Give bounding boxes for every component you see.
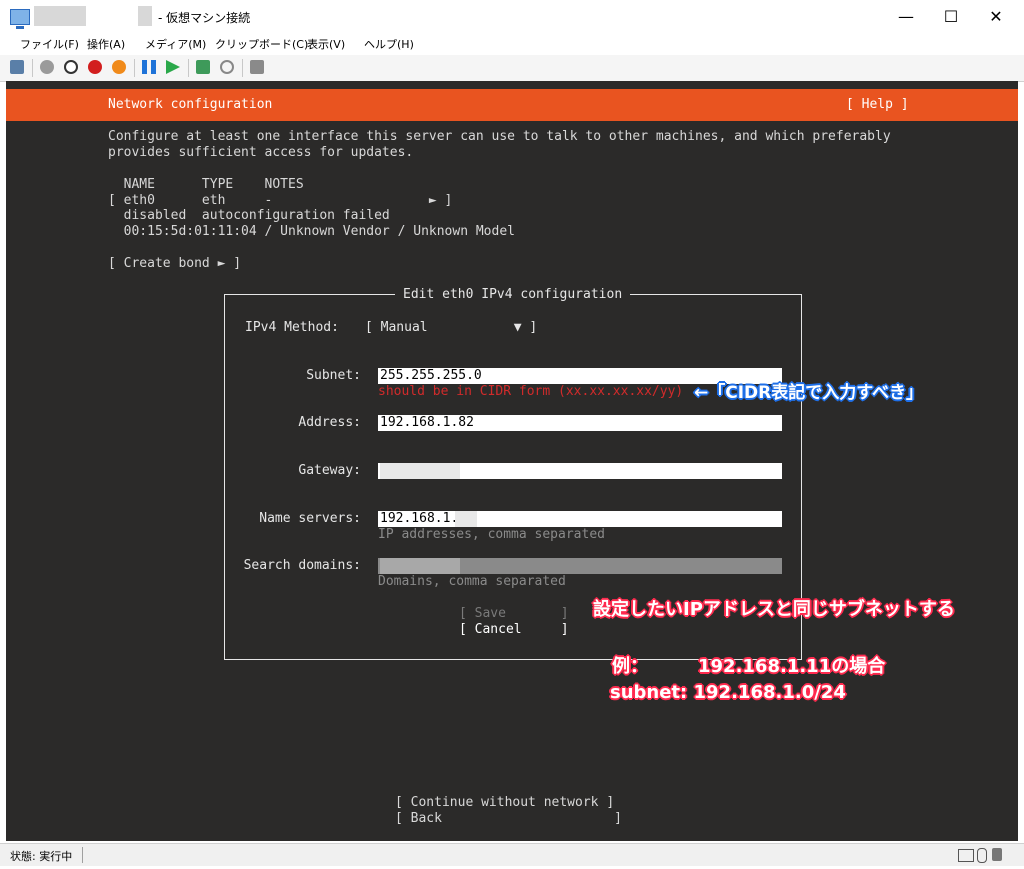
save-button[interactable]: [ Save ] <box>459 606 569 622</box>
nameservers-hint: IP addresses, comma separated <box>378 527 605 542</box>
checkpoint-icon[interactable] <box>196 60 210 74</box>
vm-console[interactable]: Network configuration [ Help ] Configure… <box>6 81 1018 841</box>
redacted-gateway <box>380 463 460 479</box>
lock-icon <box>992 848 1002 861</box>
toolbar-separator <box>134 59 135 77</box>
interface-mac: 00:15:5d:01:11:04 / Unknown Vendor / Unk… <box>108 224 515 239</box>
nameservers-label: Name servers: <box>259 511 361 526</box>
start-icon[interactable] <box>40 60 54 74</box>
back-button[interactable]: [ Back ] <box>395 811 622 827</box>
search-domains-hint: Domains, comma separated <box>378 574 566 589</box>
example-value: 192.168.1.11の場合 <box>698 656 886 677</box>
create-bond-button[interactable]: [ Create bond ► ] <box>108 256 241 272</box>
keyboard-icon <box>958 849 974 862</box>
ctrl-alt-del-icon[interactable] <box>10 60 24 74</box>
enhanced-session-icon[interactable] <box>250 60 264 74</box>
toolbar <box>0 55 1024 82</box>
toolbar-separator <box>32 59 33 77</box>
status-bar: 状態: 実行中 <box>0 843 1024 866</box>
revert-icon[interactable] <box>220 60 234 74</box>
interface-table-header: NAME TYPE NOTES <box>108 177 304 192</box>
pause-icon[interactable] <box>142 60 156 74</box>
menu-bar: ファイル(F) 操作(A) メディア(M) クリップボード(C) 表示(V) ヘ… <box>0 34 1024 54</box>
example-label: 例： <box>612 656 648 677</box>
resume-icon[interactable] <box>166 60 180 74</box>
intro-line-2: provides sufficient access for updates. <box>108 145 414 160</box>
maximize-button[interactable]: ☐ <box>929 4 973 30</box>
search-domains-label: Search domains: <box>243 558 361 573</box>
interface-row-eth0[interactable]: [ eth0 eth - ► ] <box>108 193 452 209</box>
nameservers-input[interactable]: 192.168.1. <box>378 511 782 527</box>
toolbar-separator <box>242 59 243 77</box>
address-input[interactable]: 192.168.1.82 <box>378 415 782 431</box>
continue-without-network-button[interactable]: [ Continue without network ] <box>395 795 614 811</box>
toolbar-separator <box>188 59 189 77</box>
redacted-nameserver <box>455 511 477 527</box>
vm-connect-icon <box>10 9 30 29</box>
dialog-title: Edit eth0 IPv4 configuration <box>395 287 631 302</box>
installer-header: Network configuration [ Help ] <box>6 89 1018 121</box>
redacted-vm-name-2 <box>138 6 152 26</box>
menu-clipboard[interactable]: クリップボード(C) <box>215 36 308 52</box>
status-separator <box>82 847 83 863</box>
help-button[interactable]: [ Help ] <box>846 97 909 112</box>
window-title: - 仮想マシン接続 <box>158 11 251 25</box>
shutdown-icon[interactable] <box>88 60 102 74</box>
save-state-icon[interactable] <box>112 60 126 74</box>
subnet-error: should be in CIDR form (xx.xx.xx.xx/yy) <box>378 384 684 399</box>
close-button[interactable]: ✕ <box>974 4 1018 30</box>
ipv4-method-select[interactable]: [ Manual ▼ ] <box>365 320 537 336</box>
subnet-label: Subnet: <box>306 368 361 383</box>
cidr-annotation: ←「CIDR表記で入力すべき」 <box>694 383 924 403</box>
turn-off-icon[interactable] <box>64 60 78 74</box>
redacted-vm-name <box>34 6 86 26</box>
subnet-annotation: 設定したいIPアドレスと同じサブネットする <box>593 599 955 620</box>
mouse-icon <box>977 848 987 863</box>
redacted-search-domains <box>380 558 460 574</box>
menu-view[interactable]: 表示(V) <box>307 36 345 52</box>
interface-status: disabled autoconfiguration failed <box>108 208 390 223</box>
example-subnet: subnet: 192.168.1.0/24 <box>610 682 846 703</box>
cancel-button[interactable]: [ Cancel ] <box>459 622 569 638</box>
minimize-button[interactable]: — <box>884 4 928 30</box>
menu-file[interactable]: ファイル(F) <box>20 36 79 52</box>
menu-action[interactable]: 操作(A) <box>87 36 125 52</box>
status-text: 状態: 実行中 <box>10 850 73 863</box>
address-label: Address: <box>298 415 361 430</box>
gateway-label: Gateway: <box>298 463 361 478</box>
menu-media[interactable]: メディア(M) <box>145 36 206 52</box>
window-titlebar: - 仮想マシン接続 — ☐ ✕ <box>0 0 1024 34</box>
ipv4-method-label: IPv4 Method: <box>245 320 339 335</box>
page-title: Network configuration <box>108 97 273 112</box>
menu-help[interactable]: ヘルプ(H) <box>364 36 414 52</box>
intro-line-1: Configure at least one interface this se… <box>108 129 891 144</box>
